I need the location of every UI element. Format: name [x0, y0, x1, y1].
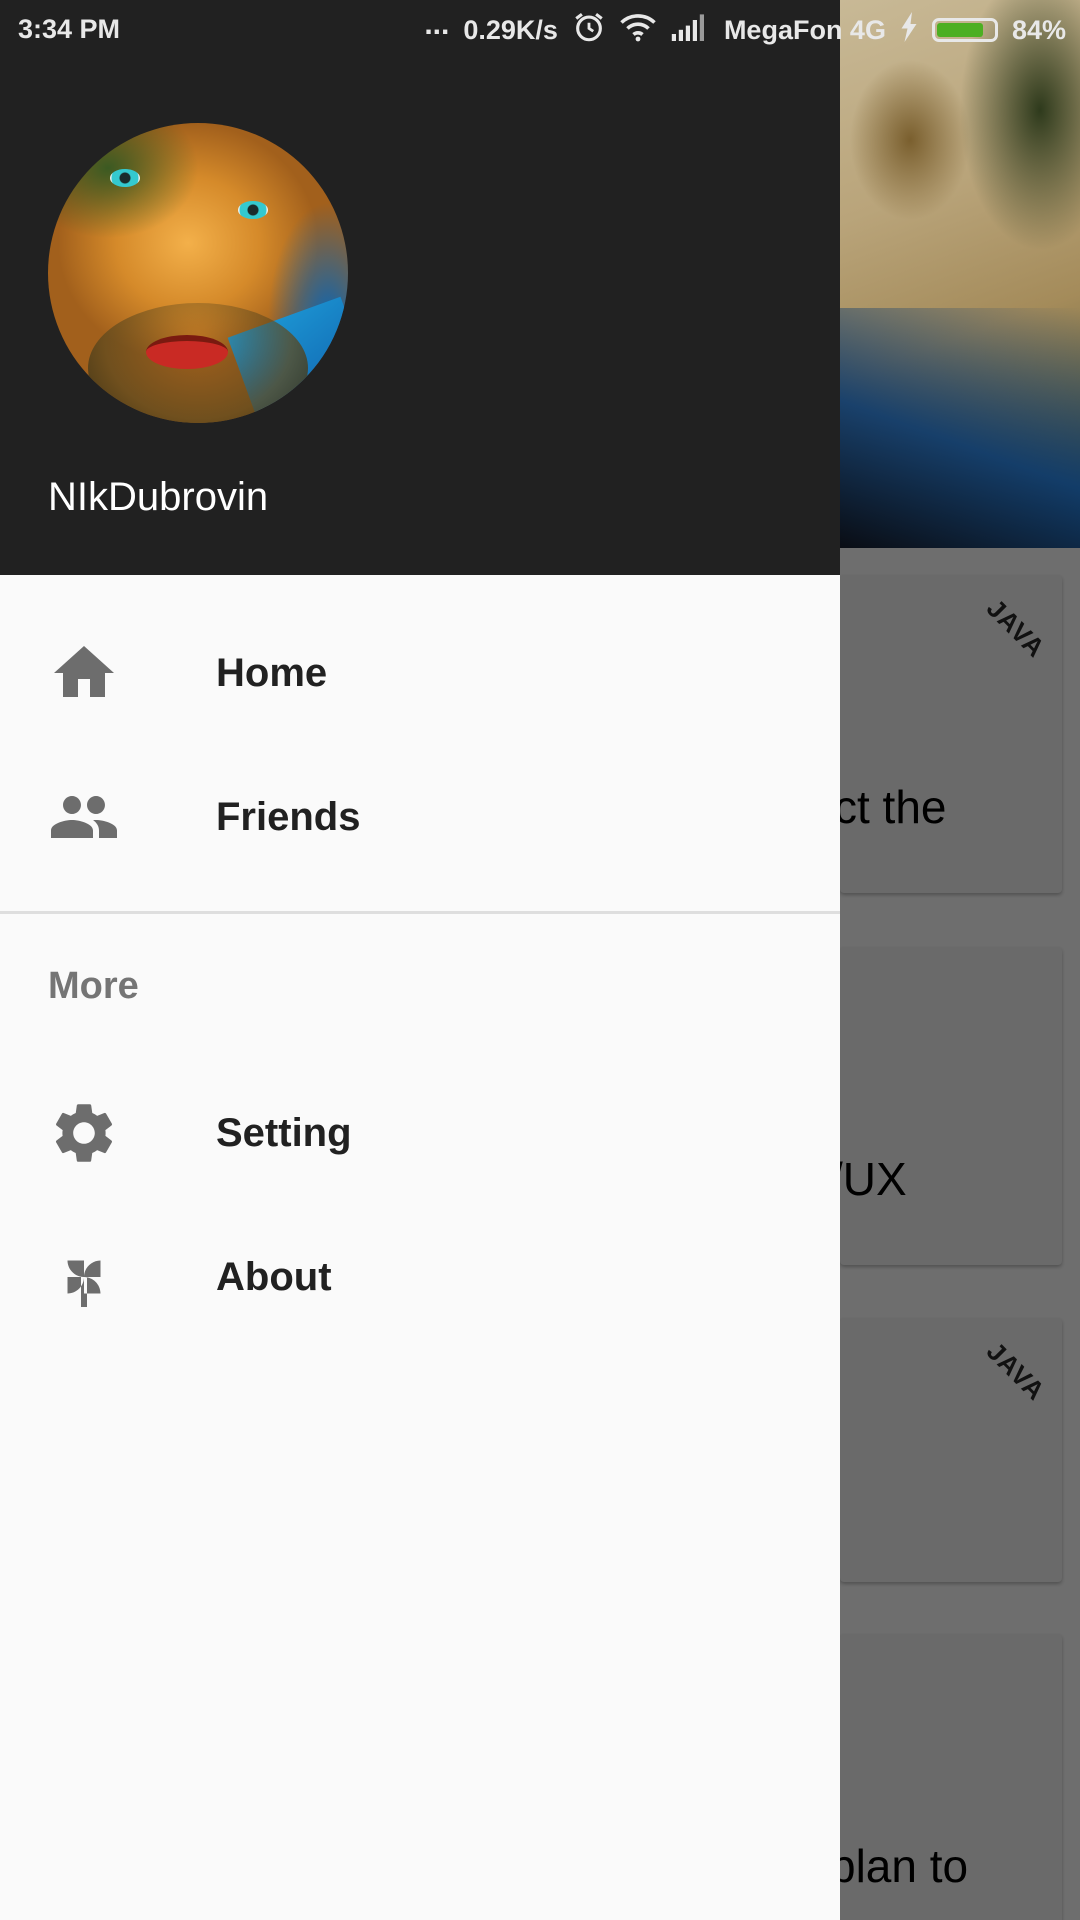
background-card: plan to: [840, 1634, 1062, 1920]
battery-level: [936, 23, 984, 37]
username: NIkDubrovin: [48, 475, 269, 519]
background-card: JAVA ct the: [840, 575, 1062, 893]
avatar-eye: [238, 201, 268, 219]
section-title: More: [48, 965, 139, 1007]
background-hero-image: [840, 0, 1080, 548]
home-icon: [48, 637, 120, 709]
navigation-drawer: NIkDubrovin Home Friends More Setting Ab…: [0, 0, 840, 1920]
people-icon: [48, 781, 120, 853]
background-card: /UX: [840, 947, 1062, 1265]
card-text: plan to: [840, 1840, 969, 1892]
wifi-icon: [620, 11, 656, 50]
drawer-item-friends[interactable]: Friends: [0, 745, 840, 889]
drawer-item-about[interactable]: About: [0, 1205, 840, 1349]
battery-icon: [931, 18, 998, 42]
card-tag: JAVA: [980, 592, 1051, 664]
avatar-eye: [110, 169, 140, 187]
drawer-item-label: Setting: [216, 1111, 352, 1155]
avatar[interactable]: [48, 123, 348, 423]
card-text: /UX: [840, 1153, 907, 1205]
signal-icon: [670, 13, 710, 48]
screen: JAVA ct the /UX JAVA plan to 3:34 PM ...…: [0, 0, 1080, 1920]
carrier-name: MegaFon 4G: [723, 14, 886, 45]
drawer-item-label: Home: [216, 651, 328, 695]
pinwheel-icon: [48, 1241, 120, 1313]
card-tag: JAVA: [980, 1335, 1051, 1407]
drawer-header: NIkDubrovin: [0, 0, 840, 575]
battery-percent: 84%: [1011, 14, 1066, 45]
gear-icon: [48, 1097, 120, 1169]
status-time: 3:34 PM: [18, 14, 121, 44]
drawer-item-setting[interactable]: Setting: [0, 1061, 840, 1205]
drawer-item-home[interactable]: Home: [0, 601, 840, 745]
divider: [0, 911, 840, 914]
card-text: ct the: [840, 781, 947, 833]
charging-icon: [900, 11, 918, 49]
network-speed: 0.29K/s: [463, 14, 558, 45]
status-icons: ... 0.29K/s MegaFon 4G 84%: [424, 8, 1066, 51]
status-bar: 3:34 PM ... 0.29K/s MegaFon 4G 84%: [0, 0, 1080, 60]
drawer-item-label: Friends: [216, 795, 361, 839]
alarm-icon: [572, 10, 606, 51]
more-dots-icon: ...: [424, 8, 450, 41]
drawer-item-label: About: [216, 1255, 332, 1299]
background-card: JAVA: [840, 1318, 1062, 1582]
